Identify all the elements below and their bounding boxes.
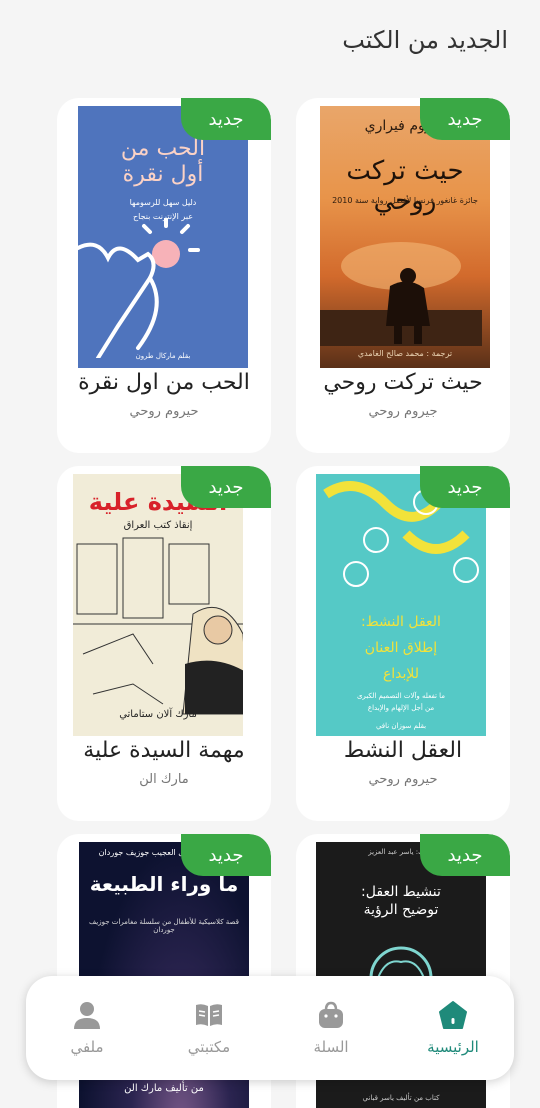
new-badge: جديد bbox=[181, 98, 271, 140]
cover-title: إطلاق العنان bbox=[364, 640, 438, 656]
cover-illustration bbox=[78, 218, 200, 358]
nav-label: السلة bbox=[313, 1038, 349, 1056]
bottom-nav: الرئيسية السلة مكتبتي ملفي bbox=[26, 976, 514, 1080]
cover-illustration bbox=[320, 242, 482, 346]
nav-profile[interactable]: ملفي bbox=[32, 1000, 142, 1056]
cover-title: أول نقرة bbox=[122, 162, 204, 187]
book-author: جيروم روحي bbox=[368, 404, 438, 419]
book-cover: العقل النشط: إطلاق العنان للإبداع ما تفع… bbox=[316, 474, 486, 736]
cover-subtitle: ما تفعله وآلات التصميم الكبرى bbox=[356, 692, 446, 700]
cover-subtitle: جائزة غانغور فرنسا لأفضل رواية سنة 2010 bbox=[332, 196, 478, 205]
cover-footer: كتاب من تأليف ياسر قباني bbox=[362, 1094, 440, 1102]
new-badge: جديد bbox=[420, 466, 510, 508]
home-icon bbox=[439, 1001, 467, 1029]
book-cover: الحب من أول نقرة دليل سهل للرسومها عبر ا… bbox=[78, 106, 248, 368]
cover-title: توضيح الرؤية bbox=[363, 902, 439, 918]
profile-icon bbox=[74, 1002, 100, 1029]
cover-title: حيث تركت روحي bbox=[346, 156, 464, 216]
cover-subtitle: دليل سهل للرسومها bbox=[129, 198, 197, 207]
nav-label: مكتبتي bbox=[187, 1038, 231, 1056]
book-title[interactable]: مهمة السيدة علية bbox=[57, 738, 271, 763]
new-badge: جديد bbox=[420, 834, 510, 876]
new-badge: جديد bbox=[181, 466, 271, 508]
cover-footer: بقلم ماركال طرون bbox=[135, 352, 191, 360]
book-title[interactable]: العقل النشط bbox=[296, 738, 510, 763]
cover-author: مارك آلان ستاماتي bbox=[119, 709, 197, 720]
nav-home[interactable]: الرئيسية bbox=[398, 1000, 508, 1056]
cover-title: العقل النشط: bbox=[361, 614, 441, 630]
cover-translator: ترجمة : محمد صالح الغامدي bbox=[357, 349, 453, 358]
book-card[interactable]: السيدة علية إنقاذ كتب العراق مارك آلان س… bbox=[57, 466, 271, 821]
book-cover: السيدة علية إنقاذ كتب العراق مارك آلان س… bbox=[73, 474, 243, 736]
nav-basket[interactable]: السلة bbox=[276, 1000, 386, 1056]
book-author: حيروم روحي bbox=[368, 772, 438, 787]
book-icon bbox=[196, 1004, 222, 1026]
book-title[interactable]: حيث تركت روحي bbox=[296, 370, 510, 395]
cover-title: تنشيط العقل: bbox=[361, 884, 441, 900]
nav-label: الرئيسية bbox=[427, 1038, 479, 1056]
book-title[interactable]: الحب من اول نقرة bbox=[57, 370, 271, 395]
cover-subtitle: من أجل الإلهام والإبداع bbox=[367, 704, 435, 712]
cover-title: للإبداع bbox=[382, 666, 420, 682]
new-badge: جديد bbox=[420, 98, 510, 140]
book-author: حيروم روحي bbox=[129, 404, 199, 419]
book-cover: جيروم فيراري حيث تركت روحي جائزة غانغور … bbox=[320, 106, 490, 368]
cover-subtitle: قصة كلاسيكية للأطفال من سلسلة مغامرات جو… bbox=[89, 918, 239, 934]
new-badge: جديد bbox=[181, 834, 271, 876]
book-card[interactable]: العقل النشط: إطلاق العنان للإبداع ما تفع… bbox=[296, 466, 510, 821]
cover-footer: من تأليف مارك الن bbox=[124, 1083, 204, 1094]
cover-footer: بقلم سوزان نافي bbox=[375, 722, 427, 730]
book-card[interactable]: الحب من أول نقرة دليل سهل للرسومها عبر ا… bbox=[57, 98, 271, 453]
cover-subtitle: إنقاذ كتب العراق bbox=[123, 520, 193, 531]
cover-illustration bbox=[73, 537, 243, 715]
nav-library[interactable]: مكتبتي bbox=[154, 1000, 264, 1056]
nav-label: ملفي bbox=[70, 1038, 104, 1056]
basket-icon bbox=[319, 1001, 343, 1028]
book-author: مارك الن bbox=[139, 772, 189, 787]
book-card[interactable]: جيروم فيراري حيث تركت روحي جائزة غانغور … bbox=[296, 98, 510, 453]
page-title: الجديد من الكتب bbox=[342, 26, 508, 54]
